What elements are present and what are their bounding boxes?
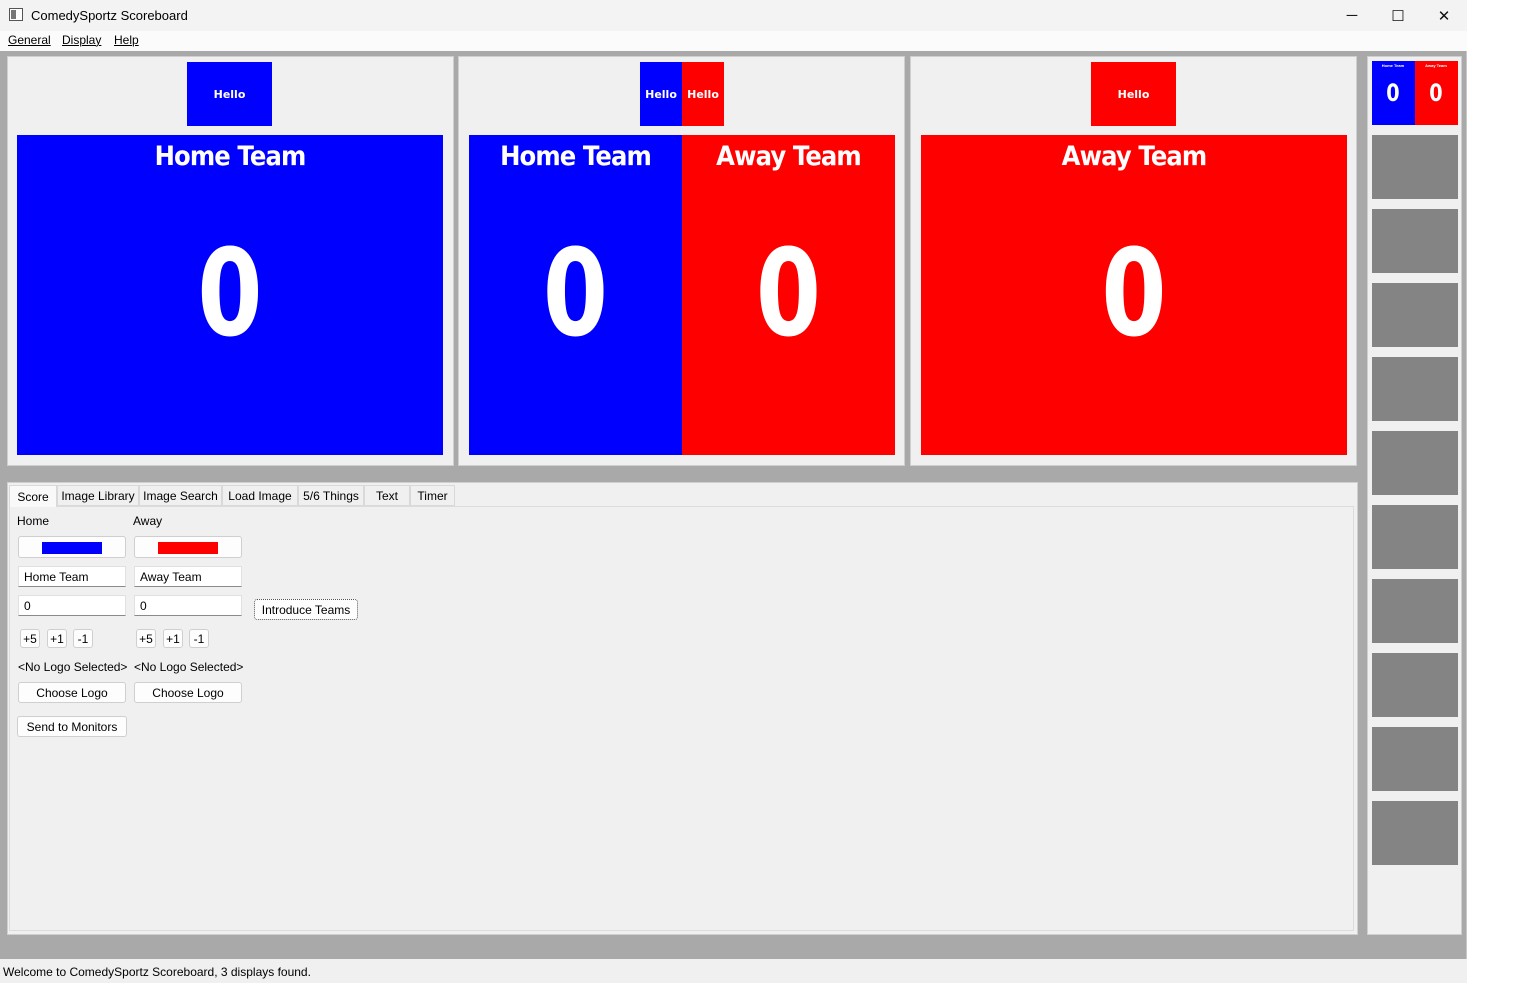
- preview-home-score: 0: [197, 225, 263, 364]
- tab-text[interactable]: Text: [364, 485, 410, 506]
- away-minus1-button[interactable]: -1: [189, 629, 209, 648]
- preview-away-team-name: Away Team: [1061, 141, 1208, 172]
- tab-image-library[interactable]: Image Library: [57, 485, 139, 506]
- menu-bar: General Display Help: [0, 31, 1467, 51]
- away-team-name-input[interactable]: [134, 566, 242, 587]
- home-team-name-input[interactable]: [18, 566, 126, 587]
- sidebar-thumbnail[interactable]: [1372, 727, 1458, 791]
- minimize-button[interactable]: ─: [1329, 0, 1375, 31]
- mini-away-board: Away Team 0: [1415, 61, 1458, 125]
- sidebar-thumbnail[interactable]: [1372, 431, 1458, 495]
- preview-away-score: 0: [1101, 225, 1167, 364]
- preview-home-team-name: Home Team: [154, 141, 307, 172]
- tab-five-six-things[interactable]: 5/6 Things: [298, 485, 364, 506]
- home-plus5-button[interactable]: +5: [20, 629, 40, 648]
- mini-away-team: Away Team: [1425, 63, 1447, 68]
- sidebar-thumbnail[interactable]: [1372, 283, 1458, 347]
- menu-display[interactable]: Display: [62, 33, 101, 47]
- app-icon: [9, 8, 23, 21]
- preview-away-board: Away Team 0: [921, 135, 1347, 455]
- sidebar-mini-scoreboard[interactable]: Home Team 0 Away Team 0: [1372, 61, 1458, 125]
- status-text: Welcome to ComedySportz Scoreboard, 3 di…: [3, 965, 311, 979]
- maximize-button[interactable]: ☐: [1375, 0, 1421, 31]
- title-bar: ComedySportz Scoreboard ─ ☐ ✕: [0, 0, 1467, 31]
- away-header: Away: [133, 514, 163, 528]
- home-score-input[interactable]: [18, 595, 126, 616]
- preview-both-away-team-name: Away Team: [716, 141, 862, 172]
- tab-score[interactable]: Score: [9, 485, 57, 507]
- home-header: Home: [17, 514, 50, 528]
- away-plus5-button[interactable]: +5: [136, 629, 156, 648]
- sidebar-thumbnail[interactable]: [1372, 357, 1458, 421]
- preview-both-away-score: 0: [755, 225, 822, 364]
- home-color-swatch: [42, 542, 102, 554]
- preview-away-logo: Hello: [1091, 62, 1176, 126]
- mini-home-score: 0: [1386, 79, 1400, 107]
- sidebar-thumbnail[interactable]: [1372, 653, 1458, 717]
- away-choose-logo-button[interactable]: Choose Logo: [134, 682, 242, 703]
- tab-image-search[interactable]: Image Search: [139, 485, 222, 506]
- sidebar-thumbnail[interactable]: [1372, 579, 1458, 643]
- away-plus1-button[interactable]: +1: [163, 629, 183, 648]
- menu-help[interactable]: Help: [114, 33, 139, 47]
- mini-away-score: 0: [1429, 79, 1443, 107]
- preview-both-home-score: 0: [542, 225, 609, 364]
- preview-home-board: Home Team 0: [17, 135, 443, 455]
- sidebar-thumbnail[interactable]: [1372, 801, 1458, 865]
- preview-both-home-logo: Hello: [640, 62, 682, 126]
- preview-both-away-board: Away Team 0: [682, 135, 895, 455]
- preview-home-logo: Hello: [187, 62, 272, 126]
- tab-load-image[interactable]: Load Image: [222, 485, 298, 506]
- home-plus1-button[interactable]: +1: [47, 629, 67, 648]
- sidebar-thumbnail[interactable]: [1372, 135, 1458, 199]
- home-color-button[interactable]: [18, 536, 126, 558]
- sidebar-thumbnail[interactable]: [1372, 209, 1458, 273]
- preview-both-home-team-name: Home Team: [500, 141, 652, 172]
- home-choose-logo-button[interactable]: Choose Logo: [18, 682, 126, 703]
- sidebar-thumbnail[interactable]: [1372, 505, 1458, 569]
- send-to-monitors-button[interactable]: Send to Monitors: [17, 716, 127, 737]
- away-color-swatch: [158, 542, 218, 554]
- window-title: ComedySportz Scoreboard: [31, 8, 188, 23]
- away-score-input[interactable]: [134, 595, 242, 616]
- mini-home-team: Home Team: [1381, 63, 1405, 68]
- away-color-button[interactable]: [134, 536, 242, 558]
- close-button[interactable]: ✕: [1421, 0, 1467, 31]
- menu-general[interactable]: General: [8, 33, 51, 47]
- away-logo-status: <No Logo Selected>: [134, 660, 244, 674]
- app-window: ComedySportz Scoreboard ─ ☐ ✕ General Di…: [0, 0, 1467, 983]
- home-minus1-button[interactable]: -1: [73, 629, 93, 648]
- home-logo-status: <No Logo Selected>: [18, 660, 128, 674]
- mini-home-board: Home Team 0: [1372, 61, 1415, 125]
- preview-both-away-logo: Hello: [682, 62, 724, 126]
- status-bar: Welcome to ComedySportz Scoreboard, 3 di…: [0, 959, 1467, 983]
- tab-timer[interactable]: Timer: [410, 485, 455, 506]
- introduce-teams-button[interactable]: Introduce Teams: [254, 599, 358, 620]
- preview-both-home-board: Home Team 0: [469, 135, 682, 455]
